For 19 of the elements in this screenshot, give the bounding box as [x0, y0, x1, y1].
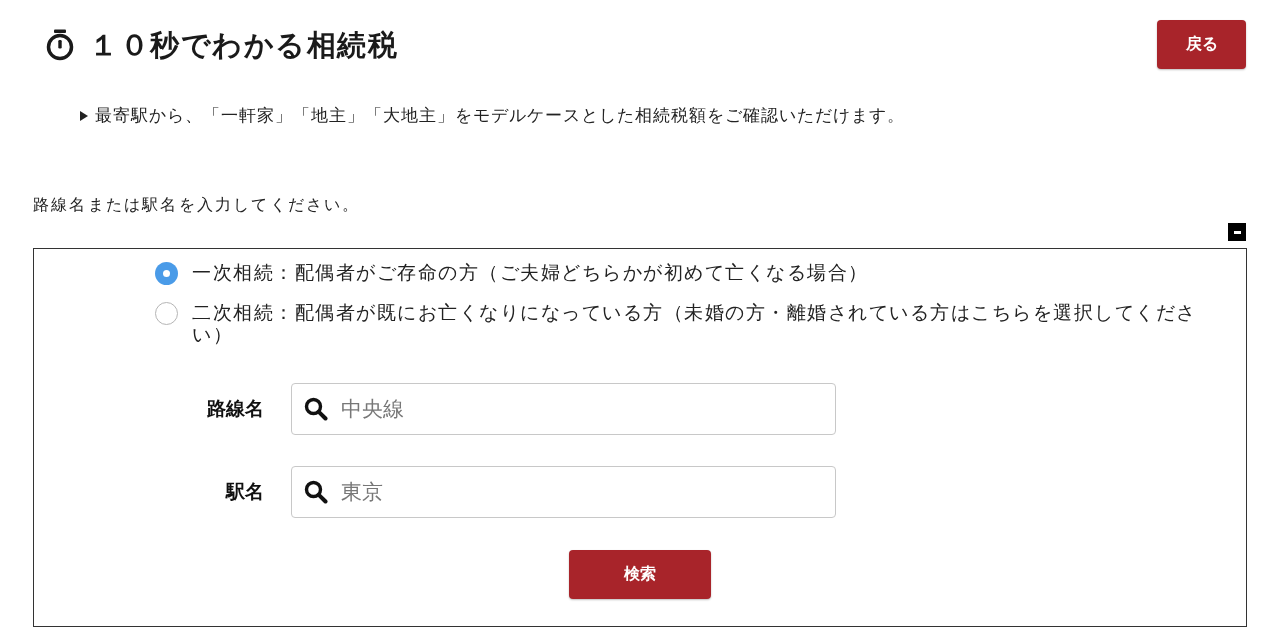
instruction-text: 路線名または駅名を入力してください。	[33, 194, 361, 216]
radio-label[interactable]: 一次相続：配偶者がご存命の方（ご夫婦どちらかが初めて亡くなる場合）	[192, 261, 869, 283]
search-field[interactable]: 中央線	[291, 383, 836, 435]
search-icon	[304, 480, 328, 504]
field-label: 路線名	[206, 396, 264, 421]
radio-button[interactable]	[155, 302, 178, 325]
search-button[interactable]: 検索	[569, 550, 711, 599]
collapse-button[interactable]	[1228, 223, 1246, 241]
radio-button[interactable]	[155, 262, 178, 285]
field-label: 駅名	[224, 479, 264, 504]
search-icon	[304, 397, 328, 421]
radio-label[interactable]: 二次相続：配偶者が既にお亡くなりになっている方（未婚の方・離婚されている方はこちらを選択してください）	[192, 301, 1208, 345]
minus-icon	[1233, 230, 1241, 234]
page-title: １０秒でわかる相続税	[89, 27, 398, 63]
back-button[interactable]: 戻る	[1157, 20, 1246, 69]
stopwatch-icon	[45, 29, 75, 61]
search-field[interactable]: 東京	[291, 466, 836, 518]
intro-text: 最寄駅から、「一軒家」「地主」「大地主」をモデルケースとした相続税額をご確認いただけます。	[95, 105, 905, 127]
triangle-bullet-icon	[80, 111, 88, 121]
